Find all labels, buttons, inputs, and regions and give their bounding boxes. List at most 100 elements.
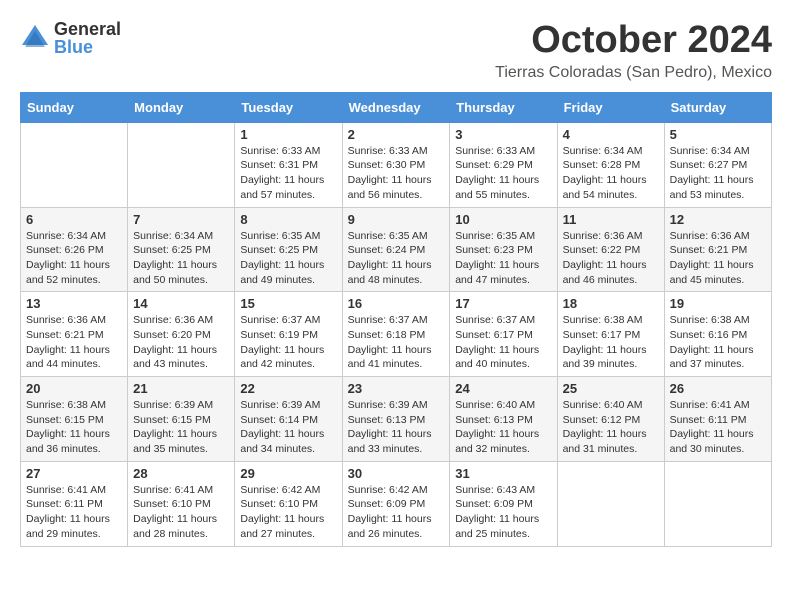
calendar-cell: 28 Sunrise: 6:41 AM Sunset: 6:10 PM Dayli… bbox=[128, 461, 235, 546]
calendar-cell bbox=[21, 122, 128, 207]
day-info: Sunrise: 6:42 AM Sunset: 6:10 PM Dayligh… bbox=[240, 483, 336, 542]
calendar-cell bbox=[557, 461, 664, 546]
calendar-cell: 9 Sunrise: 6:35 AM Sunset: 6:24 PM Daylig… bbox=[342, 207, 450, 292]
day-info: Sunrise: 6:38 AM Sunset: 6:16 PM Dayligh… bbox=[670, 313, 766, 372]
day-number: 15 bbox=[240, 296, 336, 311]
page-header: General Blue October 2024 Tierras Colora… bbox=[20, 20, 772, 82]
day-number: 21 bbox=[133, 381, 229, 396]
day-info: Sunrise: 6:37 AM Sunset: 6:18 PM Dayligh… bbox=[348, 313, 445, 372]
calendar-cell: 23Sunrise: 6:39 AM Sunset: 6:13 PM Dayli… bbox=[342, 377, 450, 462]
day-number: 29 bbox=[240, 466, 336, 481]
day-number: 6 bbox=[26, 212, 122, 227]
calendar-header: SundayMondayTuesdayWednesdayThursdayFrid… bbox=[21, 92, 772, 122]
day-info: Sunrise: 6:36 AM Sunset: 6:21 PM Dayligh… bbox=[26, 313, 122, 372]
day-number: 9 bbox=[348, 212, 445, 227]
day-info: Sunrise: 6:40 AM Sunset: 6:12 PM Dayligh… bbox=[563, 398, 659, 457]
calendar-day-header: Saturday bbox=[664, 92, 771, 122]
day-info: Sunrise: 6:38 AM Sunset: 6:17 PM Dayligh… bbox=[563, 313, 659, 372]
day-number: 7 bbox=[133, 212, 229, 227]
calendar-cell: 18 Sunrise: 6:38 AM Sunset: 6:17 PM Dayli… bbox=[557, 292, 664, 377]
day-info: Sunrise: 6:41 AM Sunset: 6:11 PM Dayligh… bbox=[26, 483, 122, 542]
day-number: 14 bbox=[133, 296, 229, 311]
day-info: Sunrise: 6:34 AM Sunset: 6:26 PM Dayligh… bbox=[26, 229, 122, 288]
day-info: Sunrise: 6:39 AM Sunset: 6:14 PM Dayligh… bbox=[240, 398, 336, 457]
calendar-cell: 26 Sunrise: 6:41 AM Sunset: 6:11 PM Dayli… bbox=[664, 377, 771, 462]
logo-icon bbox=[20, 23, 50, 53]
day-number: 26 bbox=[670, 381, 766, 396]
day-info: Sunrise: 6:43 AM Sunset: 6:09 PM Dayligh… bbox=[455, 483, 551, 542]
day-number: 3 bbox=[455, 127, 551, 142]
day-number: 31 bbox=[455, 466, 551, 481]
logo-blue-text: Blue bbox=[54, 38, 121, 56]
calendar-cell: 7 Sunrise: 6:34 AM Sunset: 6:25 PM Daylig… bbox=[128, 207, 235, 292]
calendar-cell: 16 Sunrise: 6:37 AM Sunset: 6:18 PM Dayli… bbox=[342, 292, 450, 377]
logo: General Blue bbox=[20, 20, 121, 56]
day-info: Sunrise: 6:36 AM Sunset: 6:22 PM Dayligh… bbox=[563, 229, 659, 288]
calendar-cell: 13 Sunrise: 6:36 AM Sunset: 6:21 PM Dayli… bbox=[21, 292, 128, 377]
location-title: Tierras Coloradas (San Pedro), Mexico bbox=[495, 64, 772, 82]
day-number: 19 bbox=[670, 296, 766, 311]
day-info: Sunrise: 6:39 AM Sunset: 6:15 PM Dayligh… bbox=[133, 398, 229, 457]
logo-general-text: General bbox=[54, 20, 121, 38]
calendar-day-header: Monday bbox=[128, 92, 235, 122]
day-number: 27 bbox=[26, 466, 122, 481]
calendar-week-row: 1Sunrise: 6:33 AM Sunset: 6:31 PM Daylig… bbox=[21, 122, 772, 207]
day-info: Sunrise: 6:33 AM Sunset: 6:31 PM Dayligh… bbox=[240, 144, 336, 203]
day-number: 4 bbox=[563, 127, 659, 142]
day-info: Sunrise: 6:37 AM Sunset: 6:17 PM Dayligh… bbox=[455, 313, 551, 372]
day-info: Sunrise: 6:41 AM Sunset: 6:11 PM Dayligh… bbox=[670, 398, 766, 457]
day-number: 18 bbox=[563, 296, 659, 311]
day-info: Sunrise: 6:35 AM Sunset: 6:24 PM Dayligh… bbox=[348, 229, 445, 288]
calendar-cell: 24 Sunrise: 6:40 AM Sunset: 6:13 PM Dayli… bbox=[450, 377, 557, 462]
day-info: Sunrise: 6:38 AM Sunset: 6:15 PM Dayligh… bbox=[26, 398, 122, 457]
month-title: October 2024 bbox=[495, 20, 772, 62]
day-number: 2 bbox=[348, 127, 445, 142]
title-block: October 2024 Tierras Coloradas (San Pedr… bbox=[495, 20, 772, 82]
day-info: Sunrise: 6:41 AM Sunset: 6:10 PM Dayligh… bbox=[133, 483, 229, 542]
day-number: 25 bbox=[563, 381, 659, 396]
day-info: Sunrise: 6:37 AM Sunset: 6:19 PM Dayligh… bbox=[240, 313, 336, 372]
day-info: Sunrise: 6:33 AM Sunset: 6:29 PM Dayligh… bbox=[455, 144, 551, 203]
calendar-week-row: 27 Sunrise: 6:41 AM Sunset: 6:11 PM Dayli… bbox=[21, 461, 772, 546]
day-info: Sunrise: 6:33 AM Sunset: 6:30 PM Dayligh… bbox=[348, 144, 445, 203]
day-number: 30 bbox=[348, 466, 445, 481]
calendar-day-header: Wednesday bbox=[342, 92, 450, 122]
calendar-cell: 3 Sunrise: 6:33 AM Sunset: 6:29 PM Daylig… bbox=[450, 122, 557, 207]
calendar-cell bbox=[128, 122, 235, 207]
calendar-day-header: Tuesday bbox=[235, 92, 342, 122]
calendar-cell: 6 Sunrise: 6:34 AM Sunset: 6:26 PM Daylig… bbox=[21, 207, 128, 292]
day-info: Sunrise: 6:34 AM Sunset: 6:25 PM Dayligh… bbox=[133, 229, 229, 288]
day-info: Sunrise: 6:40 AM Sunset: 6:13 PM Dayligh… bbox=[455, 398, 551, 457]
day-number: 20 bbox=[26, 381, 122, 396]
calendar-body: 1Sunrise: 6:33 AM Sunset: 6:31 PM Daylig… bbox=[21, 122, 772, 546]
calendar-cell: 14 Sunrise: 6:36 AM Sunset: 6:20 PM Dayli… bbox=[128, 292, 235, 377]
calendar-cell: 17 Sunrise: 6:37 AM Sunset: 6:17 PM Dayli… bbox=[450, 292, 557, 377]
day-number: 16 bbox=[348, 296, 445, 311]
day-number: 17 bbox=[455, 296, 551, 311]
calendar-day-header: Friday bbox=[557, 92, 664, 122]
day-info: Sunrise: 6:34 AM Sunset: 6:28 PM Dayligh… bbox=[563, 144, 659, 203]
day-number: 23 bbox=[348, 381, 445, 396]
calendar-cell: 20 Sunrise: 6:38 AM Sunset: 6:15 PM Dayli… bbox=[21, 377, 128, 462]
day-number: 13 bbox=[26, 296, 122, 311]
day-info: Sunrise: 6:36 AM Sunset: 6:21 PM Dayligh… bbox=[670, 229, 766, 288]
calendar-table: SundayMondayTuesdayWednesdayThursdayFrid… bbox=[20, 92, 772, 547]
day-number: 24 bbox=[455, 381, 551, 396]
day-number: 11 bbox=[563, 212, 659, 227]
calendar-cell: 31 Sunrise: 6:43 AM Sunset: 6:09 PM Dayli… bbox=[450, 461, 557, 546]
day-info: Sunrise: 6:34 AM Sunset: 6:27 PM Dayligh… bbox=[670, 144, 766, 203]
calendar-cell: 12 Sunrise: 6:36 AM Sunset: 6:21 PM Dayli… bbox=[664, 207, 771, 292]
calendar-cell: 5Sunrise: 6:34 AM Sunset: 6:27 PM Daylig… bbox=[664, 122, 771, 207]
calendar-cell: 10Sunrise: 6:35 AM Sunset: 6:23 PM Dayli… bbox=[450, 207, 557, 292]
calendar-cell: 19 Sunrise: 6:38 AM Sunset: 6:16 PM Dayli… bbox=[664, 292, 771, 377]
calendar-cell: 4 Sunrise: 6:34 AM Sunset: 6:28 PM Daylig… bbox=[557, 122, 664, 207]
day-number: 12 bbox=[670, 212, 766, 227]
calendar-header-row: SundayMondayTuesdayWednesdayThursdayFrid… bbox=[21, 92, 772, 122]
day-number: 28 bbox=[133, 466, 229, 481]
calendar-cell: 15 Sunrise: 6:37 AM Sunset: 6:19 PM Dayli… bbox=[235, 292, 342, 377]
calendar-cell: 1Sunrise: 6:33 AM Sunset: 6:31 PM Daylig… bbox=[235, 122, 342, 207]
day-number: 8 bbox=[240, 212, 336, 227]
calendar-day-header: Sunday bbox=[21, 92, 128, 122]
day-info: Sunrise: 6:36 AM Sunset: 6:20 PM Dayligh… bbox=[133, 313, 229, 372]
day-number: 10 bbox=[455, 212, 551, 227]
